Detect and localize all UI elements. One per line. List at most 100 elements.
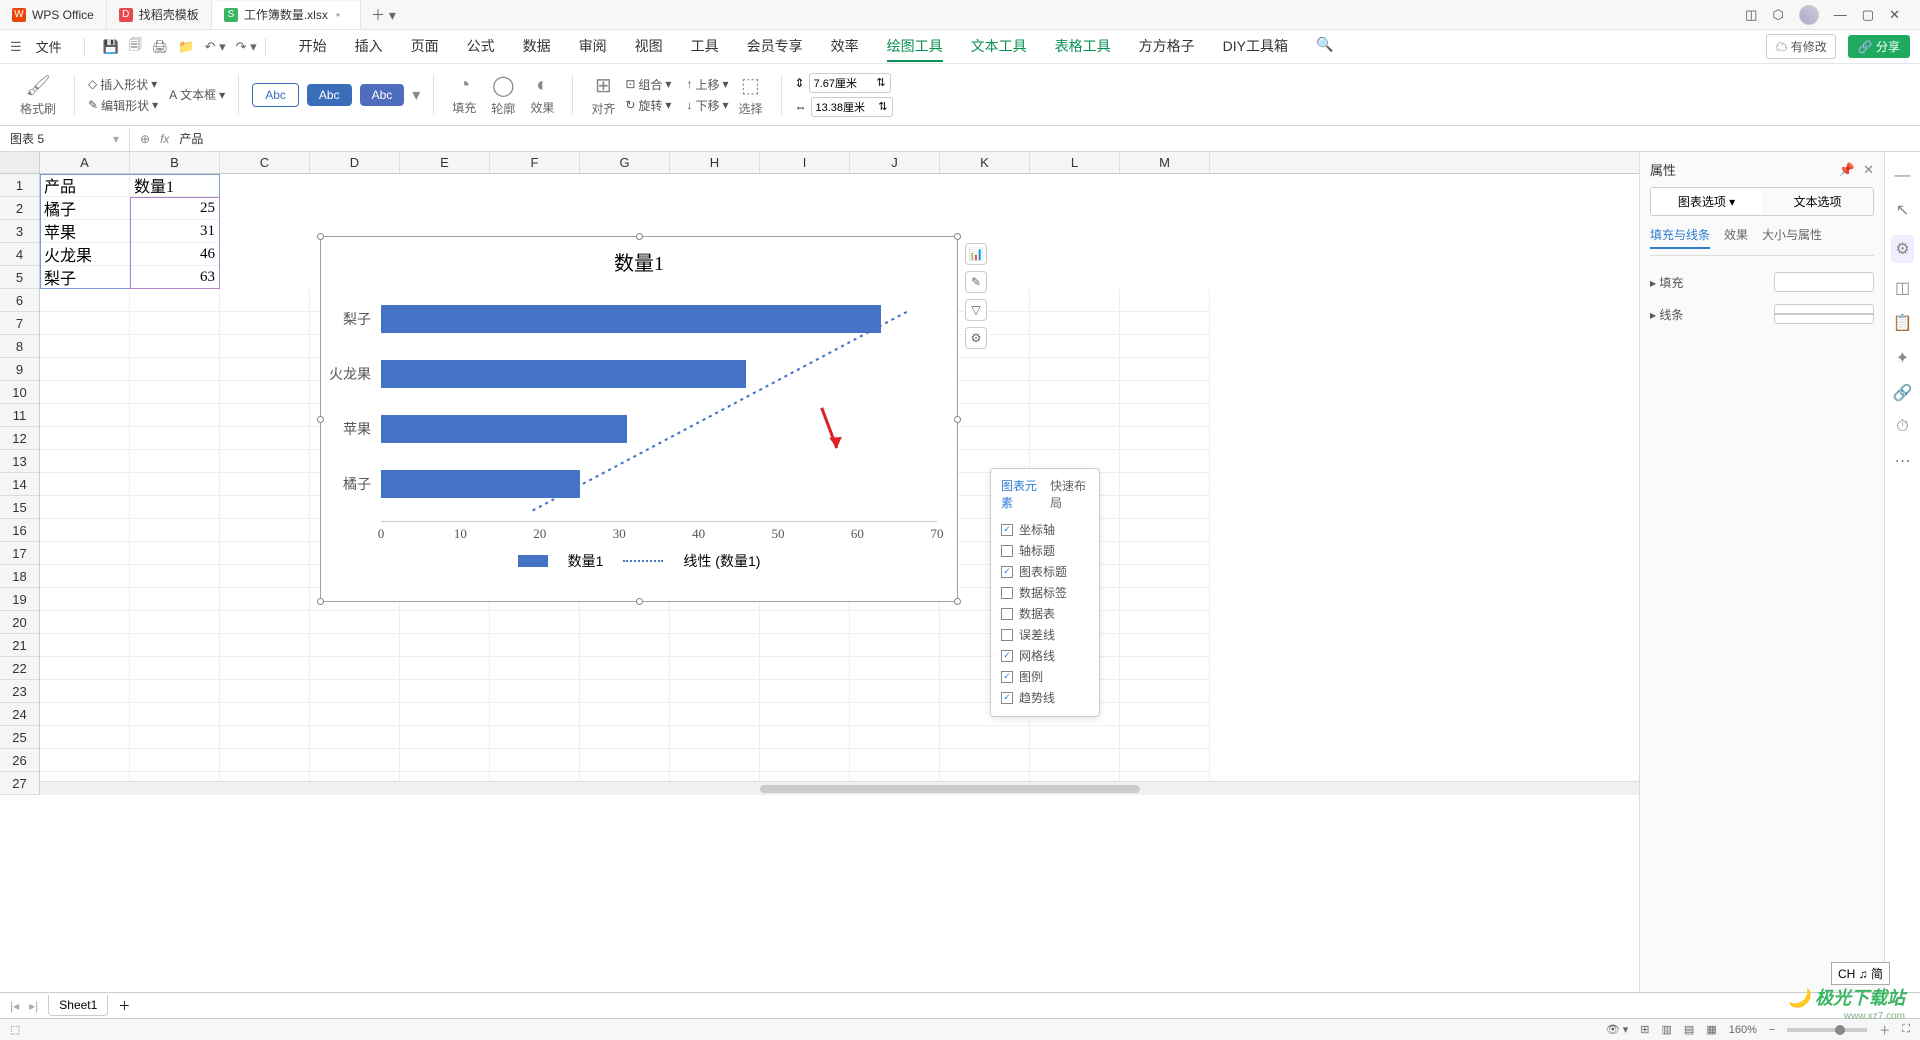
chart-element-toggle[interactable]: ✓坐标轴 [1001,519,1089,540]
close-window-icon[interactable]: ✕ [1889,7,1900,23]
row-header[interactable]: 3 [0,220,39,243]
zoom-level[interactable]: 160% [1729,1024,1757,1036]
col-header[interactable]: F [490,152,580,173]
fx-icon[interactable]: fx [160,132,169,146]
print-preview-icon[interactable]: 🗐 [129,36,142,58]
tab-page[interactable]: 页面 [411,32,439,62]
style-abc-1[interactable]: Abc [252,83,299,107]
row-header[interactable]: 19 [0,588,39,611]
subtab-effect[interactable]: 效果 [1724,226,1748,249]
cell-A5[interactable]: 梨子 [40,266,130,289]
rotate-button[interactable]: ↻ 旋转 ▾ [625,97,671,114]
tab-drawing[interactable]: 绘图工具 [887,32,943,62]
add-sheet-icon[interactable]: ＋ [118,997,130,1014]
style-more[interactable]: ▾ [412,85,420,105]
popup-tab-layout[interactable]: 快速布局 [1050,477,1089,511]
props-tab-chart[interactable]: 图表选项 ▾ [1651,188,1762,215]
add-tab-button[interactable]: ＋ ▾ [361,5,406,25]
next-sheet-icon[interactable]: ▸| [29,999,38,1013]
folder-icon[interactable]: 📁 [178,39,194,55]
text-box[interactable]: A 文本框 ▾ [169,86,225,103]
has-changes-button[interactable]: ☁ 有修改 [1766,34,1835,59]
cell-A2[interactable]: 橘子 [40,197,130,220]
props-fill-row[interactable]: ▸ 填充 [1650,266,1874,298]
print-icon[interactable]: 🖨 [152,39,169,55]
row-header[interactable]: 23 [0,680,39,703]
tab-review[interactable]: 审阅 [579,32,607,62]
chart-element-toggle[interactable]: ✓网格线 [1001,645,1089,666]
cell-B4[interactable]: 46 [130,243,220,266]
col-header[interactable]: H [670,152,760,173]
close-panel-icon[interactable]: ✕ [1863,162,1874,178]
row-header[interactable]: 8 [0,335,39,358]
time-icon[interactable]: ⏱ [1896,418,1908,436]
move-up[interactable]: ↑ 上移 ▾ [686,76,728,93]
row-header[interactable]: 26 [0,749,39,772]
resize-handle[interactable] [636,233,643,240]
zoom-slider[interactable] [1787,1028,1867,1032]
move-down[interactable]: ↓ 下移 ▾ [686,97,728,114]
row-header[interactable]: 17 [0,542,39,565]
share-button[interactable]: 🔗 分享 [1848,35,1910,58]
row-header[interactable]: 5 [0,266,39,289]
name-box[interactable]: 图表 5▾ [0,127,130,151]
insert-shape[interactable]: ◇ 插入形状 ▾ [88,76,158,93]
props-tab-text[interactable]: 文本选项 [1762,188,1873,215]
row-header[interactable]: 6 [0,289,39,312]
row-header[interactable]: 4 [0,243,39,266]
chart-filter-icon[interactable]: ▽ [965,299,987,321]
tab-start[interactable]: 开始 [299,32,327,62]
resize-handle[interactable] [954,416,961,423]
row-header[interactable]: 18 [0,565,39,588]
select-button[interactable]: ⬚选择 [734,73,768,117]
layers-icon[interactable]: ◫ [1895,278,1910,298]
row-header[interactable]: 27 [0,772,39,795]
subtab-size[interactable]: 大小与属性 [1762,226,1822,249]
expand-icon[interactable]: ⊕ [140,132,150,146]
width-input[interactable]: 7.67厘米⇅ [809,73,891,93]
cell-B1[interactable]: 数量1 [130,174,220,197]
chart-plot-area[interactable]: 梨子 火龙果 苹果 橘子 [381,291,937,521]
tab-workbook[interactable]: S 工作簿数量.xlsx • [212,1,361,29]
row-header[interactable]: 7 [0,312,39,335]
file-menu[interactable]: 文件 [32,37,66,56]
cursor-icon[interactable]: ↖ [1896,200,1909,220]
eye-icon[interactable]: 👁 ▾ [1606,1023,1629,1036]
row-header[interactable]: 22 [0,657,39,680]
chart-legend[interactable]: 数量1 线性 (数量1) [321,551,957,571]
tab-view[interactable]: 视图 [635,32,663,62]
tab-data[interactable]: 数据 [523,32,551,62]
search-icon[interactable]: 🔍 [1316,32,1333,62]
effect-dropdown[interactable]: ◐效果 [525,74,559,116]
tab-diy[interactable]: DIY工具箱 [1223,32,1288,62]
tab-formula[interactable]: 公式 [467,32,495,62]
row-header[interactable]: 16 [0,519,39,542]
tab-efficiency[interactable]: 效率 [831,32,859,62]
row-header[interactable]: 1 [0,174,39,197]
tab-member[interactable]: 会员专享 [747,32,803,62]
clipboard-icon[interactable]: 📋 [1893,313,1913,333]
link-icon[interactable]: 🔗 [1893,383,1913,403]
subtab-fill-line[interactable]: 填充与线条 [1650,226,1710,249]
resize-handle[interactable] [317,598,324,605]
chart-element-toggle[interactable]: ✓趋势线 [1001,687,1089,708]
more-icon[interactable]: ⋯ [1895,451,1911,471]
cell-B5[interactable]: 63 [130,266,220,289]
chart-element-toggle[interactable]: 数据标签 [1001,582,1089,603]
resize-handle[interactable] [954,598,961,605]
minimize-icon[interactable]: — [1834,7,1847,22]
tab-insert[interactable]: 插入 [355,32,383,62]
row-header[interactable]: 11 [0,404,39,427]
props-line-row[interactable]: ▸ 线条 [1650,298,1874,330]
grid-view-icon[interactable]: ⊞ [1640,1023,1649,1036]
col-header[interactable]: C [220,152,310,173]
col-header[interactable]: B [130,152,220,173]
popup-tab-elements[interactable]: 图表元素 [1001,477,1040,511]
group-button[interactable]: ⊡ 组合 ▾ [625,76,671,93]
redo-icon[interactable]: ↷ ▾ [236,39,257,55]
checkbox-icon[interactable] [1001,587,1013,599]
ime-indicator[interactable]: CH ♫ 简 [1831,962,1890,985]
cells-area[interactable]: 产品 数量1 橘子 25 苹果 31 火龙果 46 梨子 63 [40,174,1639,795]
style-abc-2[interactable]: Abc [307,84,352,106]
zoom-in-icon[interactable]: ＋ [1879,1022,1890,1038]
